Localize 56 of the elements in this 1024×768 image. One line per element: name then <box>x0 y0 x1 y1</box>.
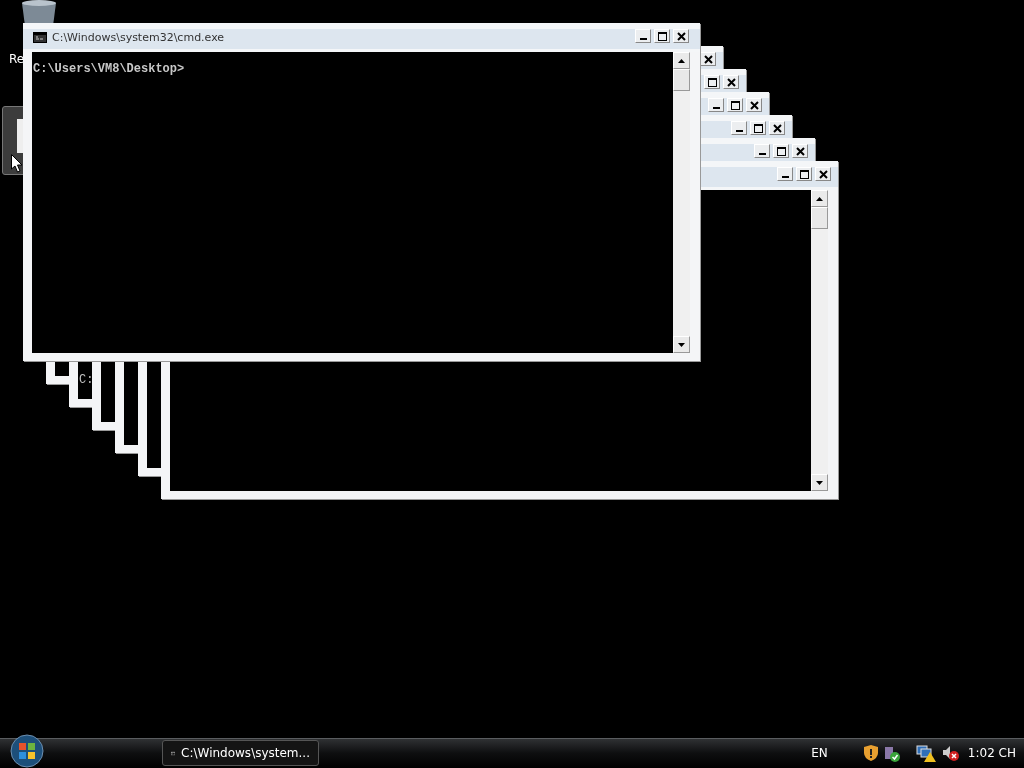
minimize-icon <box>735 130 743 132</box>
minimize-button[interactable] <box>708 98 724 112</box>
close-button[interactable] <box>673 29 689 43</box>
maximize-button[interactable] <box>773 144 789 158</box>
close-button[interactable] <box>723 75 739 89</box>
shield-icon[interactable] <box>863 745 878 761</box>
minimize-button[interactable] <box>635 29 651 43</box>
minimize-button[interactable] <box>754 144 770 158</box>
maximize-button[interactable] <box>727 98 743 112</box>
start-button[interactable] <box>10 734 44 768</box>
maximize-button[interactable] <box>704 75 720 89</box>
minimize-icon <box>758 153 766 155</box>
close-icon <box>795 146 805 156</box>
scrollbar[interactable] <box>673 52 690 353</box>
scroll-thumb[interactable] <box>673 69 690 91</box>
close-button[interactable] <box>746 98 762 112</box>
close-icon <box>676 31 686 41</box>
console-text: C: <box>79 373 94 387</box>
minimize-icon <box>781 176 789 178</box>
icon-label[interactable]: Re <box>9 52 25 66</box>
maximize-icon <box>799 169 809 179</box>
close-icon <box>726 77 736 87</box>
scroll-up-icon <box>816 196 823 201</box>
scroll-down-icon <box>678 342 685 347</box>
scroll-up-icon <box>678 58 685 63</box>
network-icon[interactable] <box>915 744 936 762</box>
taskbar-button[interactable]: C:\Windows\system... <box>162 740 319 766</box>
maximize-icon <box>753 123 763 133</box>
scroll-thumb[interactable] <box>811 207 828 229</box>
maximize-icon <box>657 31 667 41</box>
close-button[interactable] <box>769 121 785 135</box>
speaker-icon[interactable] <box>941 744 960 762</box>
window-title: C:\Windows\system32\cmd.exe <box>52 31 226 44</box>
device-icon[interactable] <box>883 744 900 762</box>
scroll-down-icon <box>816 480 823 485</box>
maximize-icon <box>730 100 740 110</box>
maximize-button[interactable] <box>796 167 812 181</box>
console-line: C:\Users\VM8\Desktop> <box>33 62 186 76</box>
close-button[interactable] <box>792 144 808 158</box>
language-indicator[interactable]: EN <box>811 746 828 760</box>
console-icon <box>33 32 47 43</box>
maximize-icon <box>776 146 786 156</box>
maximize-button[interactable] <box>750 121 766 135</box>
maximize-button[interactable] <box>654 29 670 43</box>
close-icon <box>818 169 828 179</box>
close-icon <box>749 100 759 110</box>
close-button[interactable] <box>815 167 831 181</box>
minimize-button[interactable] <box>777 167 793 181</box>
scrollbar[interactable] <box>811 190 828 491</box>
clock[interactable]: 1:02 CH <box>967 746 1016 760</box>
minimize-icon <box>712 107 720 109</box>
minimize-button[interactable] <box>731 121 747 135</box>
close-icon <box>703 54 713 64</box>
maximize-icon <box>707 77 717 87</box>
close-icon <box>772 123 782 133</box>
minimize-icon <box>639 38 647 40</box>
